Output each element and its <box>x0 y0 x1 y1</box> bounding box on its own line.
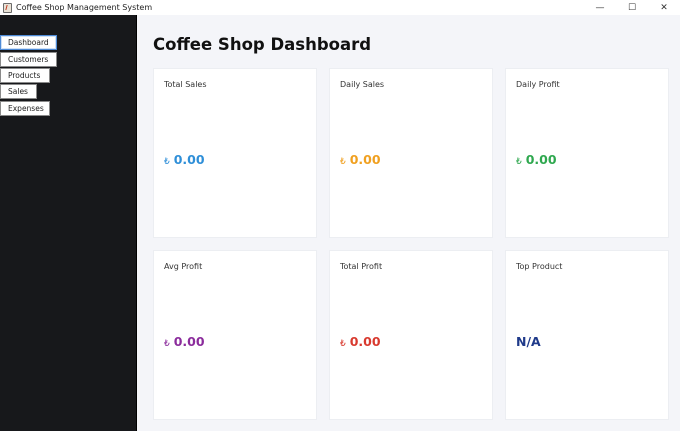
card-amount: 0.00 <box>173 152 205 167</box>
sidebar-item-sales[interactable]: Sales <box>0 84 37 99</box>
card-amount: 0.00 <box>349 334 381 349</box>
sidebar-item-dashboard[interactable]: Dashboard <box>0 35 57 50</box>
card-total-sales: Total Sales ₺ 0.00 <box>153 68 317 238</box>
sidebar-item-products[interactable]: Products <box>0 68 50 83</box>
page-title: Coffee Shop Dashboard <box>153 35 372 54</box>
card-daily-sales: Daily Sales ₺ 0.00 <box>329 68 493 238</box>
card-top-product: Top Product N/A <box>505 250 669 420</box>
card-value: ₺ 0.00 <box>340 334 381 349</box>
lira-icon: ₺ <box>340 339 346 349</box>
card-value: N/A <box>516 334 541 349</box>
dashboard-main: Coffee Shop Dashboard Total Sales ₺ 0.00… <box>138 15 680 431</box>
card-label: Daily Profit <box>516 80 560 89</box>
lira-icon: ₺ <box>340 157 346 167</box>
card-label: Total Profit <box>340 262 383 271</box>
card-total-profit: Total Profit ₺ 0.00 <box>329 250 493 420</box>
card-label: Total Sales <box>164 80 207 89</box>
card-label: Top Product <box>516 262 563 271</box>
card-amount: 0.00 <box>173 334 205 349</box>
minimize-button[interactable]: — <box>584 0 616 15</box>
java-cup-icon <box>3 2 12 13</box>
card-value: ₺ 0.00 <box>164 334 205 349</box>
card-value: ₺ 0.00 <box>340 152 381 167</box>
card-value: ₺ 0.00 <box>516 152 557 167</box>
card-amount: N/A <box>516 334 541 349</box>
sidebar: Dashboard Customers Products Sales Expen… <box>0 15 137 431</box>
close-button[interactable]: ✕ <box>648 0 680 15</box>
window-controls: — ☐ ✕ <box>584 0 680 15</box>
lira-icon: ₺ <box>516 157 522 167</box>
lira-icon: ₺ <box>164 339 170 349</box>
card-label: Daily Sales <box>340 80 385 89</box>
card-avg-profit: Avg Profit ₺ 0.00 <box>153 250 317 420</box>
sidebar-item-customers[interactable]: Customers <box>0 52 57 67</box>
title-bar: Coffee Shop Management System — ☐ ✕ <box>0 0 680 15</box>
card-amount: 0.00 <box>349 152 381 167</box>
card-daily-profit: Daily Profit ₺ 0.00 <box>505 68 669 238</box>
maximize-button[interactable]: ☐ <box>616 0 648 15</box>
card-amount: 0.00 <box>525 152 557 167</box>
lira-icon: ₺ <box>164 157 170 167</box>
window-title: Coffee Shop Management System <box>16 3 153 12</box>
card-label: Avg Profit <box>164 262 203 271</box>
sidebar-item-expenses[interactable]: Expenses <box>0 101 50 116</box>
card-value: ₺ 0.00 <box>164 152 205 167</box>
